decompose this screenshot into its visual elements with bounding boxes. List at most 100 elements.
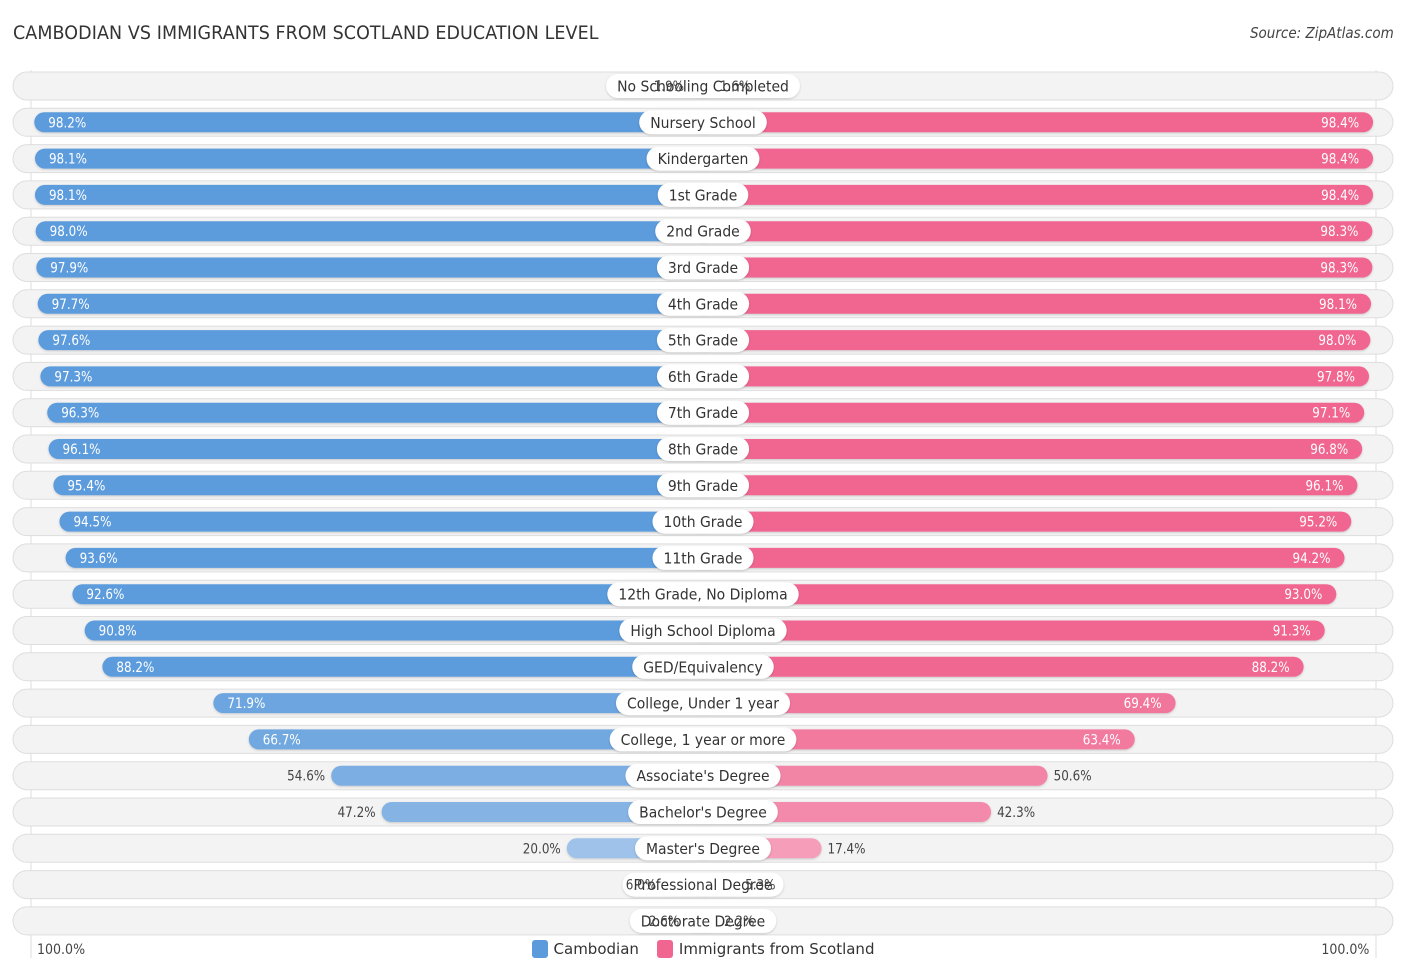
value-label-scotland: 96.1% xyxy=(1305,478,1343,494)
bar-row: Master's Degree 20.0% 17.4% xyxy=(12,833,1394,863)
bar-row: 3rd Grade 97.9% 98.3% xyxy=(12,253,1394,282)
bar-row: 8th Grade 96.1% 96.8% xyxy=(12,434,1394,464)
bar-row: 10th Grade 94.5% 95.2% xyxy=(12,507,1394,537)
value-label-scotland: 98.1% xyxy=(1319,297,1357,313)
value-label-scotland: 95.2% xyxy=(1299,515,1337,531)
value-label-cambodian: 98.1% xyxy=(49,152,87,168)
bar-cambodian[interactable] xyxy=(35,221,716,242)
category-label: College, 1 year or more xyxy=(621,731,786,749)
bar-row: High School Diploma 90.8% 91.3% xyxy=(12,616,1394,645)
bar-cambodian[interactable] xyxy=(47,402,715,423)
value-label-cambodian: 6.0% xyxy=(626,878,656,894)
bar-cambodian[interactable] xyxy=(53,475,716,496)
value-label-cambodian: 97.6% xyxy=(52,333,90,349)
bar-scotland[interactable] xyxy=(691,221,1373,242)
bar-row: 9th Grade 95.4% 96.1% xyxy=(12,470,1394,500)
value-label-cambodian: 98.1% xyxy=(49,188,87,204)
bar-row: 11th Grade 93.6% 94.2% xyxy=(12,543,1394,573)
value-label-scotland: 97.8% xyxy=(1317,369,1355,385)
value-label-scotland: 98.4% xyxy=(1321,152,1359,168)
bar-cambodian[interactable] xyxy=(37,293,715,314)
bar-scotland[interactable] xyxy=(691,330,1371,351)
bar-cambodian[interactable] xyxy=(59,511,715,532)
category-label: 4th Grade xyxy=(668,295,738,313)
value-label-cambodian: 66.7% xyxy=(263,732,301,748)
value-label-cambodian: 97.3% xyxy=(54,369,92,385)
value-label-scotland: 93.0% xyxy=(1284,587,1322,603)
bar-scotland[interactable] xyxy=(691,366,1370,387)
bar-cambodian[interactable] xyxy=(40,366,715,387)
legend-label-cambodian: Cambodian xyxy=(553,940,639,958)
bar-cambodian[interactable] xyxy=(65,547,716,568)
value-label-cambodian: 90.8% xyxy=(99,624,137,640)
category-label: Master's Degree xyxy=(646,840,760,858)
bar-row: No Schooling Completed1.9% 1.6% xyxy=(12,71,1394,101)
bar-cambodian[interactable] xyxy=(34,112,716,133)
bar-cambodian[interactable] xyxy=(48,439,715,459)
bar-row: Doctorate Degree2.6% 2.2% xyxy=(12,906,1394,936)
value-label-scotland: 5.3% xyxy=(745,878,775,894)
value-label-cambodian: 97.7% xyxy=(52,297,90,313)
value-label-cambodian: 98.0% xyxy=(50,224,88,240)
bar-scotland[interactable] xyxy=(691,257,1373,278)
bar-row: 1st Grade 98.1% 98.4% xyxy=(12,180,1394,210)
category-label: GED/Equivalency xyxy=(643,658,762,676)
value-label-scotland: 98.0% xyxy=(1318,333,1356,349)
category-label: 2nd Grade xyxy=(666,223,740,241)
legend-label-scotland: Immigrants from Scotland xyxy=(678,940,875,958)
value-label-scotland: 50.6% xyxy=(1054,769,1092,785)
value-label-cambodian: 98.2% xyxy=(48,115,86,131)
category-label: College, Under 1 year xyxy=(627,695,780,713)
bar-scotland[interactable] xyxy=(691,547,1345,568)
category-label: 1st Grade xyxy=(669,186,738,204)
bar-row: College, 1 year or more 66.7% 63.4% xyxy=(12,724,1394,754)
value-label-scotland: 94.2% xyxy=(1293,551,1331,567)
legend-item-scotland[interactable]: Immigrants from Scotland xyxy=(656,940,875,958)
value-label-scotland: 1.6% xyxy=(720,79,750,95)
category-label: 5th Grade xyxy=(668,332,738,350)
bar-scotland[interactable] xyxy=(691,402,1365,423)
value-label-scotland: 98.3% xyxy=(1320,261,1358,277)
value-label-scotland: 17.4% xyxy=(827,841,865,857)
bar-scotland[interactable] xyxy=(691,511,1352,532)
bar-scotland[interactable] xyxy=(691,656,1304,677)
value-label-cambodian: 1.9% xyxy=(654,79,684,95)
bar-row: College, Under 1 year 71.9% 69.4% xyxy=(12,688,1394,718)
bar-scotland[interactable] xyxy=(691,184,1374,205)
bar-row: Professional Degree6.0% 5.3% xyxy=(12,870,1394,900)
category-label: Kindergarten xyxy=(658,150,749,168)
value-label-cambodian: 71.9% xyxy=(227,696,265,712)
bar-cambodian[interactable] xyxy=(34,184,715,205)
value-label-cambodian: 47.2% xyxy=(338,805,376,821)
chart-area: No Schooling Completed1.9% 1.6% Nursery Sc… xyxy=(12,70,1394,958)
legend: Cambodian Immigrants from Scotland xyxy=(0,940,1406,958)
bar-scotland[interactable] xyxy=(691,475,1358,496)
bar-row: 5th Grade 97.6% 98.0% xyxy=(12,325,1394,355)
value-label-scotland: 63.4% xyxy=(1083,732,1121,748)
category-label: 12th Grade, No Diploma xyxy=(618,586,787,604)
bar-row: GED/Equivalency 88.2% 88.2% xyxy=(12,652,1394,682)
category-label: 6th Grade xyxy=(668,368,738,386)
bar-cambodian[interactable] xyxy=(38,330,716,351)
bar-cambodian[interactable] xyxy=(102,656,715,677)
bar-cambodian[interactable] xyxy=(34,148,715,169)
value-label-cambodian: 95.4% xyxy=(67,478,105,494)
value-label-scotland: 69.4% xyxy=(1124,696,1162,712)
bar-row: Nursery School 98.2% 98.4% xyxy=(12,107,1394,137)
category-label: No Schooling Completed xyxy=(617,78,789,96)
bar-scotland[interactable] xyxy=(691,439,1363,459)
bar-cambodian[interactable] xyxy=(36,257,715,278)
bar-scotland[interactable] xyxy=(691,112,1374,133)
bar-row: 7th Grade 96.3% 97.1% xyxy=(12,398,1394,428)
value-label-cambodian: 97.9% xyxy=(50,261,88,277)
value-label-cambodian: 88.2% xyxy=(116,660,154,676)
category-label: High School Diploma xyxy=(630,622,775,640)
legend-item-cambodian[interactable]: Cambodian xyxy=(531,940,639,958)
value-label-cambodian: 93.6% xyxy=(80,551,118,567)
category-label: 9th Grade xyxy=(668,477,738,495)
value-label-scotland: 2.2% xyxy=(724,914,754,930)
value-label-scotland: 91.3% xyxy=(1273,624,1311,640)
bar-scotland[interactable] xyxy=(691,148,1374,169)
bar-scotland[interactable] xyxy=(691,293,1372,314)
value-label-cambodian: 54.6% xyxy=(287,769,325,785)
